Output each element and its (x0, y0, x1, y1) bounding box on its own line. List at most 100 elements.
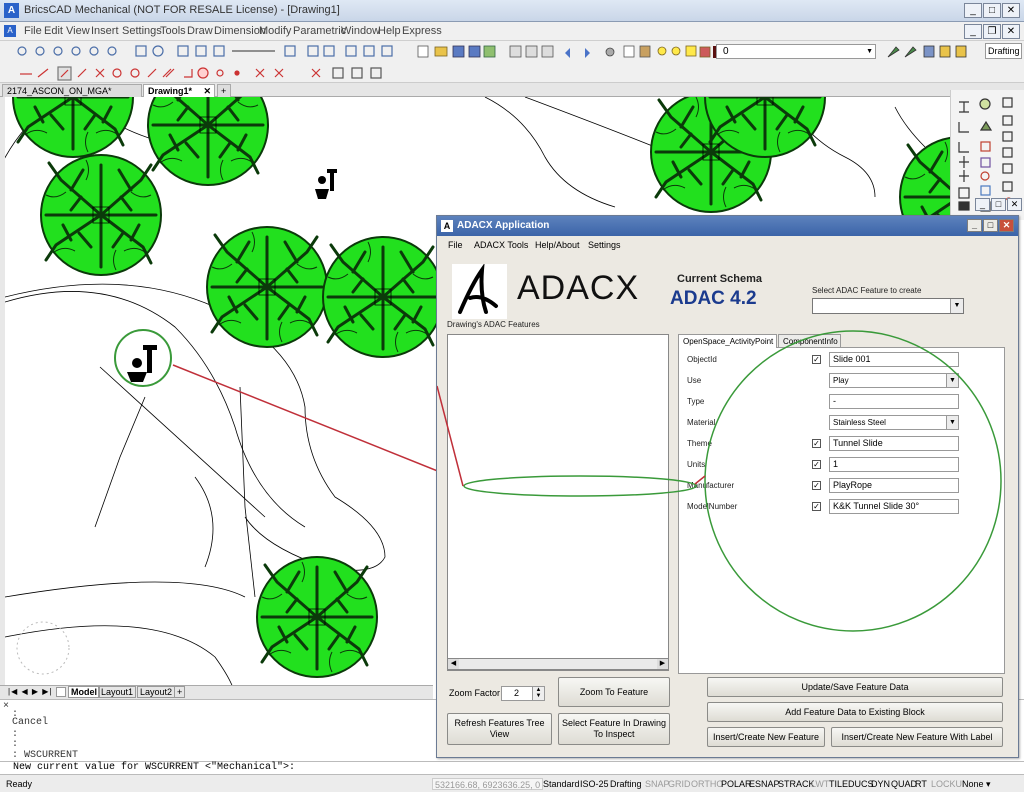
field-input[interactable]: K&K Tunnel Slide 30° (829, 499, 959, 514)
adacx-logo-icon (458, 262, 498, 314)
field-value: Tunnel Slide (833, 438, 883, 448)
layout-tab-model[interactable]: Model (68, 686, 100, 698)
stepper-arrows-icon[interactable]: ▲ ▼ (532, 687, 544, 700)
command-input[interactable]: New current value for WSCURRENT <"Mechan… (0, 761, 1024, 775)
save-icon (452, 45, 465, 58)
doc-restore-button[interactable]: ❐ (983, 24, 1001, 39)
minimize-button[interactable]: _ (964, 3, 982, 18)
bricscad-app-icon: A (4, 3, 19, 18)
field-checkbox[interactable]: ✓ (812, 502, 821, 511)
menu-insert[interactable]: Insert (91, 25, 119, 37)
adacx-menu-help[interactable]: Help/About (535, 240, 580, 250)
menu-window[interactable]: Window (341, 25, 380, 37)
menu-help[interactable]: Help (378, 25, 401, 37)
tree-horizontal-scrollbar[interactable]: ◀ ▶ (447, 658, 669, 670)
scroll-right-icon[interactable]: ▶ (657, 659, 668, 669)
select-feature-button[interactable]: Select Feature In Drawing To Inspect (558, 713, 670, 745)
field-checkbox[interactable]: ✓ (812, 355, 821, 364)
adacx-menu-tools[interactable]: ADACX Tools (474, 240, 528, 250)
workspace-dropdown[interactable]: Drafting (985, 43, 1022, 59)
palette-restore-button[interactable]: □ (991, 198, 1006, 211)
field-value: 1 (833, 459, 839, 469)
palette-close-button[interactable]: ✕ (1007, 198, 1022, 211)
tab-activity-point[interactable]: OpenSpace_ActivityPoint (678, 334, 777, 348)
menu-file[interactable]: File (24, 25, 42, 37)
close-icon[interactable]: ✕ (203, 85, 211, 97)
palette-minimize-button[interactable]: _ (975, 198, 990, 211)
scroll-left-icon[interactable]: ◀ (448, 659, 459, 669)
new-tab-button[interactable]: + (217, 84, 231, 97)
field-checkbox[interactable]: ✓ (812, 481, 821, 490)
adacx-menu-file[interactable]: File (448, 240, 463, 250)
field-label: Type (687, 397, 705, 406)
update-save-button[interactable]: Update/Save Feature Data (707, 677, 1003, 697)
export-icon (483, 45, 496, 58)
adacx-minimize-button[interactable]: _ (967, 219, 982, 232)
status-bar: Ready 532166.68, 6923636.25, 0 Standard … (0, 775, 1024, 792)
document-icon[interactable]: A (4, 25, 16, 37)
insert-new-feature-label-button[interactable]: Insert/Create New Feature With Label (831, 727, 1003, 747)
zoom-to-feature-button[interactable]: Zoom To Feature (558, 677, 670, 707)
add-layout-button[interactable]: + (174, 686, 186, 698)
adacx-close-button[interactable]: ✕ (999, 219, 1014, 232)
field-checkbox[interactable]: ✓ (812, 460, 821, 469)
status-dim-style[interactable]: ISO-25 (578, 778, 611, 790)
menu-express[interactable]: Express (402, 25, 442, 37)
feature-select-dropdown[interactable]: ▼ (812, 298, 964, 314)
feature-properties-panel: ObjectId ✓ Slide 001 Use Play ▼ Type - Material S… (678, 347, 1005, 674)
field-input[interactable]: Slide 001 (829, 352, 959, 367)
refresh-tree-button[interactable]: Refresh Features Tree View (447, 713, 552, 745)
snap-toolbar (0, 63, 1024, 83)
status-rt[interactable]: RT (913, 778, 929, 790)
layout-list-icon[interactable] (56, 687, 66, 697)
layout-nav-arrows[interactable]: |◀ ◀ ▶ ▶| (8, 687, 52, 696)
status-text-style[interactable]: Standard (541, 778, 582, 790)
snap-cross-icon (95, 68, 105, 78)
doc-tab-drawing1[interactable]: Drawing1* ✕ (143, 84, 215, 97)
layout-tab-layout1[interactable]: Layout1 (98, 686, 137, 698)
field-label: Material (687, 418, 716, 427)
plot-icon (541, 45, 554, 58)
field-dropdown[interactable]: Stainless Steel ▼ (829, 415, 959, 430)
right-tool-palette: _ □ ✕ (950, 90, 1024, 220)
field-input[interactable]: - (829, 394, 959, 409)
chevron-down-icon[interactable]: ▼ (946, 374, 958, 387)
field-checkbox[interactable]: ✓ (812, 439, 821, 448)
status-annotation-scale[interactable]: None (960, 778, 986, 790)
layer-previous-icon (904, 46, 917, 58)
chevron-down-icon[interactable]: ▼ (946, 416, 958, 429)
layer-dropdown[interactable]: 0 ▼ (716, 44, 876, 59)
chevron-down-icon[interactable]: ▼ (950, 299, 963, 313)
doc-minimize-button[interactable]: _ (964, 24, 982, 39)
zoom-factor-stepper[interactable]: 2 ▲ ▼ (501, 686, 545, 701)
menu-parametric[interactable]: Parametric (293, 25, 346, 37)
snap-nearest-icon (197, 67, 209, 79)
field-input[interactable]: PlayRope (829, 478, 959, 493)
menu-view[interactable]: View (66, 25, 90, 37)
field-icon (1002, 181, 1013, 192)
adacx-maximize-button[interactable]: □ (983, 219, 998, 232)
field-dropdown[interactable]: Play ▼ (829, 373, 959, 388)
window-title: BricsCAD Mechanical (NOT FOR RESALE Lice… (24, 4, 340, 16)
layout-tab-layout2[interactable]: Layout2 (137, 686, 176, 698)
menu-edit[interactable]: Edit (44, 25, 63, 37)
doc-tab-ascon[interactable]: 2174_ASCON_ON_MGA* (2, 84, 142, 97)
maximize-button[interactable]: □ (983, 3, 1001, 18)
dim-ordinate-icon (958, 142, 969, 153)
field-input[interactable]: 1 (829, 457, 959, 472)
tab-component-info[interactable]: ComponentInfo (778, 334, 841, 348)
close-button[interactable]: ✕ (1002, 3, 1020, 18)
status-workspace[interactable]: Drafting (608, 778, 644, 790)
menu-settings[interactable]: Settings (122, 25, 162, 37)
field-input[interactable]: Tunnel Slide (829, 436, 959, 451)
command-history-close-icon[interactable]: × (3, 701, 9, 712)
menu-tools[interactable]: Tools (160, 25, 186, 37)
adacx-menu-settings[interactable]: Settings (588, 240, 621, 250)
chevron-down-icon[interactable]: ▾ (984, 778, 993, 790)
insert-new-feature-button[interactable]: Insert/Create New Feature (707, 727, 825, 747)
menu-modify[interactable]: Modify (259, 25, 291, 37)
add-to-existing-block-button[interactable]: Add Feature Data to Existing Block (707, 702, 1003, 722)
doc-close-button[interactable]: ✕ (1002, 24, 1020, 39)
menu-draw[interactable]: Draw (187, 25, 213, 37)
features-tree[interactable] (447, 334, 669, 671)
